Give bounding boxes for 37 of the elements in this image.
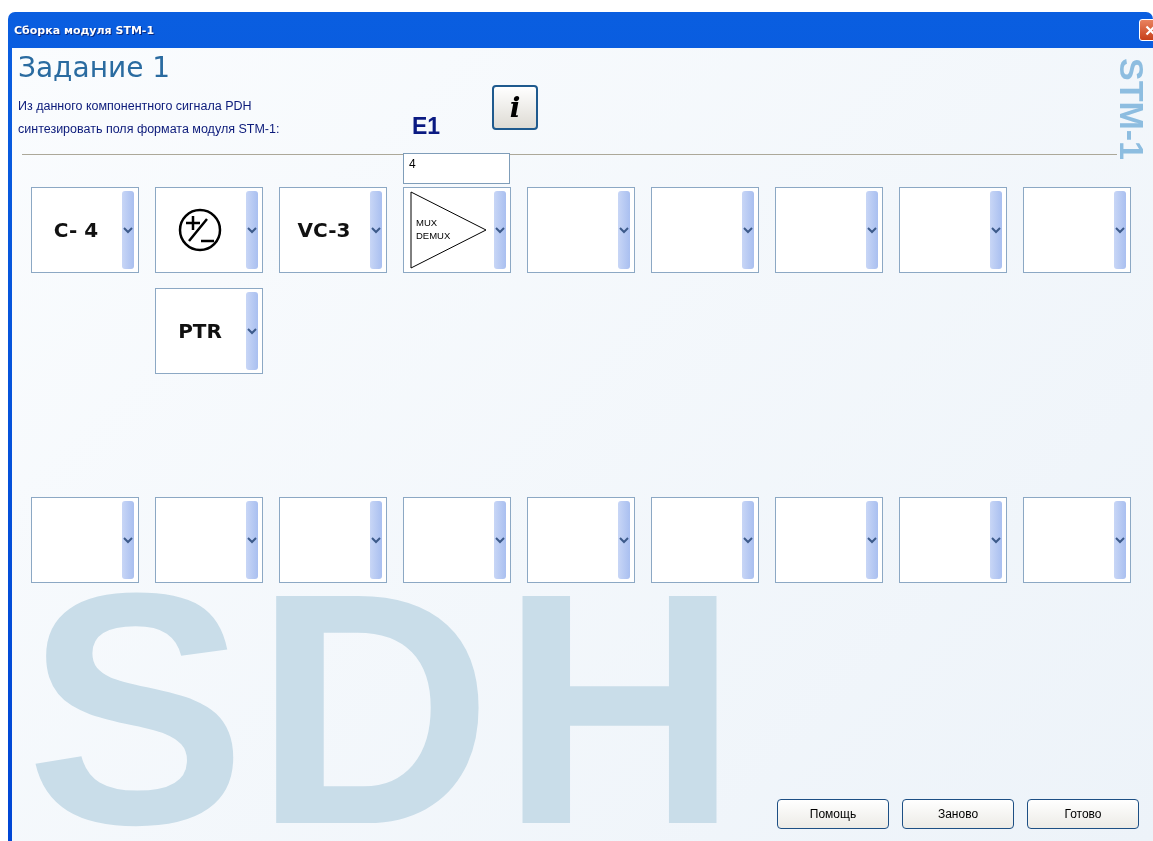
instruction-text: синтезировать поля формата модуля STM-1: bbox=[18, 122, 281, 136]
chevron-down-icon bbox=[867, 226, 877, 234]
chevron-down-icon bbox=[123, 226, 133, 234]
number-field[interactable]: 4 bbox=[403, 153, 510, 184]
combo-box[interactable]: VC-3 bbox=[279, 187, 387, 273]
instruction-text: Из данного компонентного сигнала PDH bbox=[18, 99, 253, 113]
close-icon bbox=[1144, 24, 1153, 36]
chevron-down-icon bbox=[743, 226, 753, 234]
side-lettering: STM-1 bbox=[1116, 57, 1148, 162]
chevron-down-icon bbox=[123, 536, 133, 544]
info-button[interactable]: i bbox=[492, 85, 538, 130]
chevron-down-icon bbox=[1115, 226, 1125, 234]
chevron-down-icon bbox=[619, 226, 629, 234]
chevron-down-icon bbox=[991, 536, 1001, 544]
chevron-down-icon bbox=[371, 536, 381, 544]
chevron-down-icon bbox=[867, 536, 877, 544]
combo-box[interactable]: PTR bbox=[155, 288, 263, 374]
dialog-button[interactable]: Готово bbox=[1027, 799, 1139, 829]
chevron-down-icon bbox=[619, 536, 629, 544]
mux-demux-drawing: MUX DEMUX bbox=[408, 190, 488, 270]
chevron-down-icon bbox=[247, 327, 257, 335]
combo-box[interactable]: C- 4 bbox=[31, 187, 139, 273]
chevron-down-icon bbox=[247, 226, 257, 234]
signal-label: E1 bbox=[412, 113, 442, 141]
chevron-down-icon bbox=[247, 536, 257, 544]
chevron-down-icon bbox=[371, 226, 381, 234]
combo-box[interactable]: MUX DEMUX bbox=[403, 187, 511, 273]
plus-minus-circle-icon bbox=[177, 207, 223, 253]
chevron-down-icon bbox=[743, 536, 753, 544]
window-title: Сборка модуля STM-1 bbox=[14, 23, 155, 37]
combo-box[interactable] bbox=[155, 187, 263, 273]
chevron-down-icon bbox=[991, 226, 1001, 234]
chevron-down-icon bbox=[1115, 536, 1125, 544]
chevron-down-icon bbox=[495, 226, 505, 234]
dialog-button[interactable]: Заново bbox=[902, 799, 1014, 829]
dialog-button[interactable]: Помощь bbox=[777, 799, 889, 829]
chevron-down-icon bbox=[495, 536, 505, 544]
